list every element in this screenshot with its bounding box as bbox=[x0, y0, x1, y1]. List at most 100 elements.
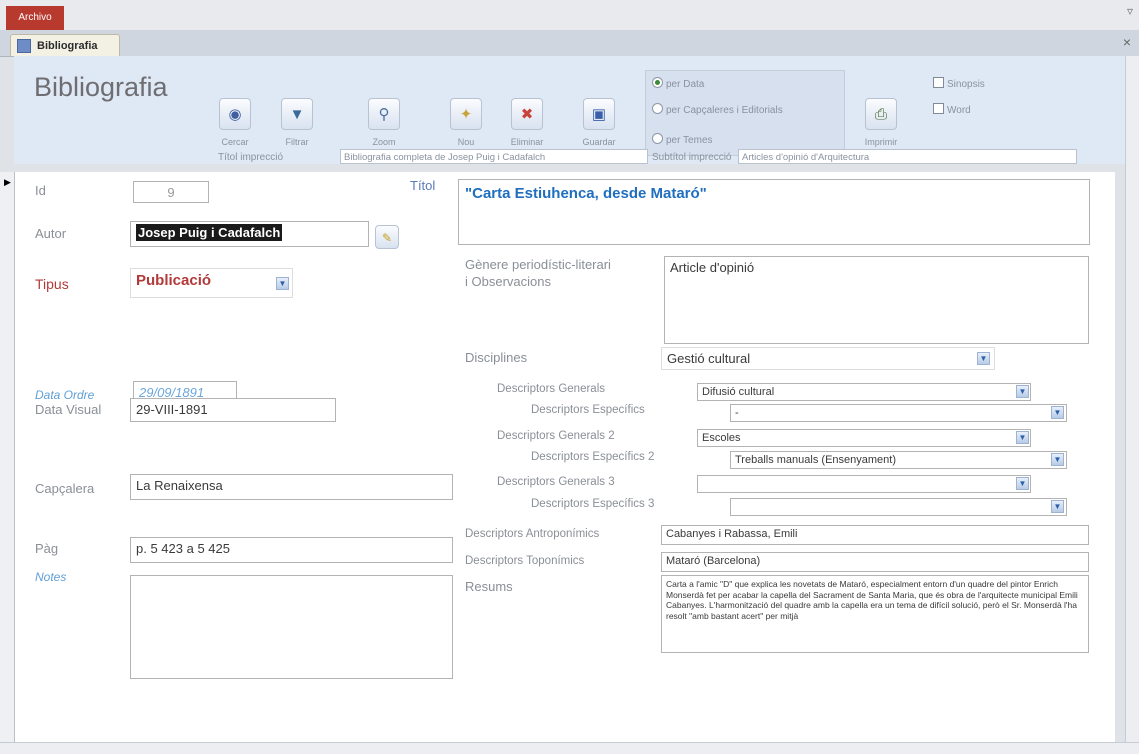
autor-label: Autor bbox=[35, 226, 67, 241]
dg2-select[interactable]: Escoles bbox=[697, 429, 1031, 447]
save-icon: ▣ bbox=[591, 106, 607, 123]
autor-value: Josep Puig i Cadafalch bbox=[136, 224, 283, 241]
dg3-dropdown-icon[interactable]: ▼ bbox=[1016, 477, 1029, 490]
de2-label: Descriptors Específics 2 bbox=[531, 451, 655, 463]
de1-dropdown-icon[interactable]: ▼ bbox=[1051, 406, 1064, 419]
autor-field[interactable]: Josep Puig i Cadafalch bbox=[130, 221, 369, 247]
notes-label: Notes bbox=[35, 570, 67, 584]
disciplines-dropdown-icon[interactable]: ▼ bbox=[977, 352, 990, 365]
search-button[interactable]: ◉ bbox=[219, 98, 251, 130]
radio-icon bbox=[652, 133, 663, 144]
binoculars-icon: ◉ bbox=[228, 106, 242, 123]
resums-label: Resums bbox=[465, 579, 513, 594]
id-label: Id bbox=[35, 183, 46, 198]
disciplines-select[interactable]: Gestió cultural bbox=[661, 347, 995, 370]
titol-label: Títol bbox=[410, 178, 436, 193]
sort-by-date-label: per Data bbox=[666, 79, 705, 90]
dg1-select[interactable]: Difusió cultural bbox=[697, 383, 1031, 401]
de3-select[interactable] bbox=[730, 498, 1067, 516]
disciplines-label: Disciplines bbox=[465, 350, 528, 365]
form-title: Bibliografia bbox=[34, 72, 168, 102]
tab-label: Bibliografia bbox=[37, 40, 98, 52]
antroponimics-label: Descriptors Antroponímics bbox=[465, 528, 600, 540]
print-subtitle-label: Subtítol imprессió bbox=[652, 152, 732, 163]
new-record-button[interactable]: ✦ bbox=[450, 98, 482, 130]
toponimics-label: Descriptors Toponímics bbox=[465, 555, 585, 567]
window-control-icon[interactable]: ▿ bbox=[1127, 4, 1133, 18]
delete-record-icon: ✖ bbox=[520, 106, 534, 123]
print-button-label: Imprimir bbox=[864, 137, 898, 147]
delete-record-button-label: Eliminar bbox=[510, 137, 544, 147]
tipus-select[interactable]: Publicació bbox=[130, 268, 293, 298]
sort-by-topics-label: per Temes bbox=[666, 135, 713, 146]
tipus-dropdown-icon[interactable]: ▼ bbox=[276, 277, 289, 290]
print-button[interactable]: ⎙ bbox=[865, 98, 897, 130]
autor-lookup-button[interactable]: ✎ bbox=[375, 225, 399, 249]
horizontal-scrollbar[interactable] bbox=[0, 742, 1139, 754]
data-ordre-label: Data Ordre bbox=[35, 388, 95, 402]
tipus-label: Tipus bbox=[35, 276, 69, 292]
de2-dropdown-icon[interactable]: ▼ bbox=[1051, 453, 1064, 466]
filter-button-label: Filtrar bbox=[285, 137, 309, 147]
de1-select[interactable]: - bbox=[730, 404, 1067, 422]
capcalera-field[interactable]: La Renaixensa bbox=[130, 474, 453, 500]
record-selector[interactable]: ▶ bbox=[0, 172, 15, 742]
save-button[interactable]: ▣ bbox=[583, 98, 615, 130]
sinopsis-checkbox[interactable]: Sinopsis bbox=[933, 77, 985, 90]
capcalera-label: Capçalera bbox=[35, 481, 95, 496]
radio-selected-icon bbox=[652, 77, 663, 88]
toponimics-field[interactable]: Mataró (Barcelona) bbox=[661, 552, 1089, 572]
dg1-dropdown-icon[interactable]: ▼ bbox=[1016, 385, 1029, 398]
print-title-input[interactable]: Bibliografia completa de Josep Puig i Ca… bbox=[340, 149, 648, 164]
de3-label: Descriptors Específics 3 bbox=[531, 498, 655, 510]
filter-icon: ▼ bbox=[289, 106, 305, 123]
zoom-button-label: Zoom bbox=[372, 137, 396, 147]
de1-label: Descriptors Específics bbox=[531, 404, 645, 416]
notes-field[interactable] bbox=[130, 575, 453, 679]
id-field[interactable]: 9 bbox=[133, 181, 209, 203]
sort-by-headers-label: per Capçaleres i Editorials bbox=[666, 105, 783, 116]
titol-field[interactable]: "Carta Estiuhenca, desde Mataró" bbox=[458, 179, 1090, 245]
zoom-button[interactable]: ⚲ bbox=[368, 98, 400, 130]
current-record-icon: ▶ bbox=[4, 177, 11, 187]
word-checkbox[interactable]: Word bbox=[933, 103, 971, 116]
sort-by-date-radio[interactable]: per Data bbox=[652, 77, 704, 90]
new-record-icon: ✦ bbox=[459, 106, 473, 123]
print-icon: ⎙ bbox=[874, 106, 887, 123]
tab-bibliografia[interactable]: Bibliografia bbox=[10, 34, 120, 56]
dg3-label: Descriptors Generals 3 bbox=[497, 476, 615, 488]
dg3-select[interactable] bbox=[697, 475, 1031, 493]
search-button-label: Cercar bbox=[221, 137, 249, 147]
file-tab[interactable]: Archivo bbox=[6, 6, 64, 30]
genere-field[interactable]: Article d'opinió bbox=[664, 256, 1089, 344]
de2-select[interactable]: Treballs manuals (Ensenyament) bbox=[730, 451, 1067, 469]
pag-label: Pàg bbox=[35, 541, 59, 556]
checkbox-icon bbox=[933, 77, 944, 88]
sort-by-headers-radio[interactable]: per Capçaleres i Editorials bbox=[652, 103, 783, 116]
dg2-label: Descriptors Generals 2 bbox=[497, 430, 615, 442]
delete-record-button[interactable]: ✖ bbox=[511, 98, 543, 130]
sort-by-topics-radio[interactable]: per Temes bbox=[652, 133, 713, 146]
resums-field[interactable]: Carta a l'amic "D" que explica les novet… bbox=[661, 575, 1089, 653]
word-label: Word bbox=[947, 105, 971, 116]
vertical-scrollbar[interactable] bbox=[1125, 56, 1139, 742]
radio-icon bbox=[652, 103, 663, 114]
antroponimics-field[interactable]: Cabanyes i Rabassa, Emili bbox=[661, 525, 1089, 545]
pag-field[interactable]: p. 5 423 a 5 425 bbox=[130, 537, 453, 563]
lookup-icon: ✎ bbox=[381, 231, 393, 245]
de3-dropdown-icon[interactable]: ▼ bbox=[1051, 500, 1064, 513]
data-visual-label: Data Visual bbox=[35, 402, 102, 417]
dg2-dropdown-icon[interactable]: ▼ bbox=[1016, 431, 1029, 444]
new-record-button-label: Nou bbox=[457, 137, 475, 147]
checkbox-icon bbox=[933, 103, 944, 114]
data-visual-field[interactable]: 29-VIII-1891 bbox=[130, 398, 336, 422]
print-title-label: Títol imprессió bbox=[218, 152, 284, 163]
genere-label: Gènere periodístic-literari i Observacio… bbox=[465, 257, 611, 289]
form-icon bbox=[17, 39, 31, 53]
sinopsis-label: Sinopsis bbox=[947, 79, 985, 90]
zoom-icon: ⚲ bbox=[378, 106, 390, 123]
close-icon[interactable]: × bbox=[1123, 34, 1131, 50]
print-subtitle-input[interactable]: Articles d'opinió d'Arquitectura bbox=[738, 149, 1077, 164]
filter-button[interactable]: ▼ bbox=[281, 98, 313, 130]
ribbon-bar bbox=[0, 0, 1139, 31]
